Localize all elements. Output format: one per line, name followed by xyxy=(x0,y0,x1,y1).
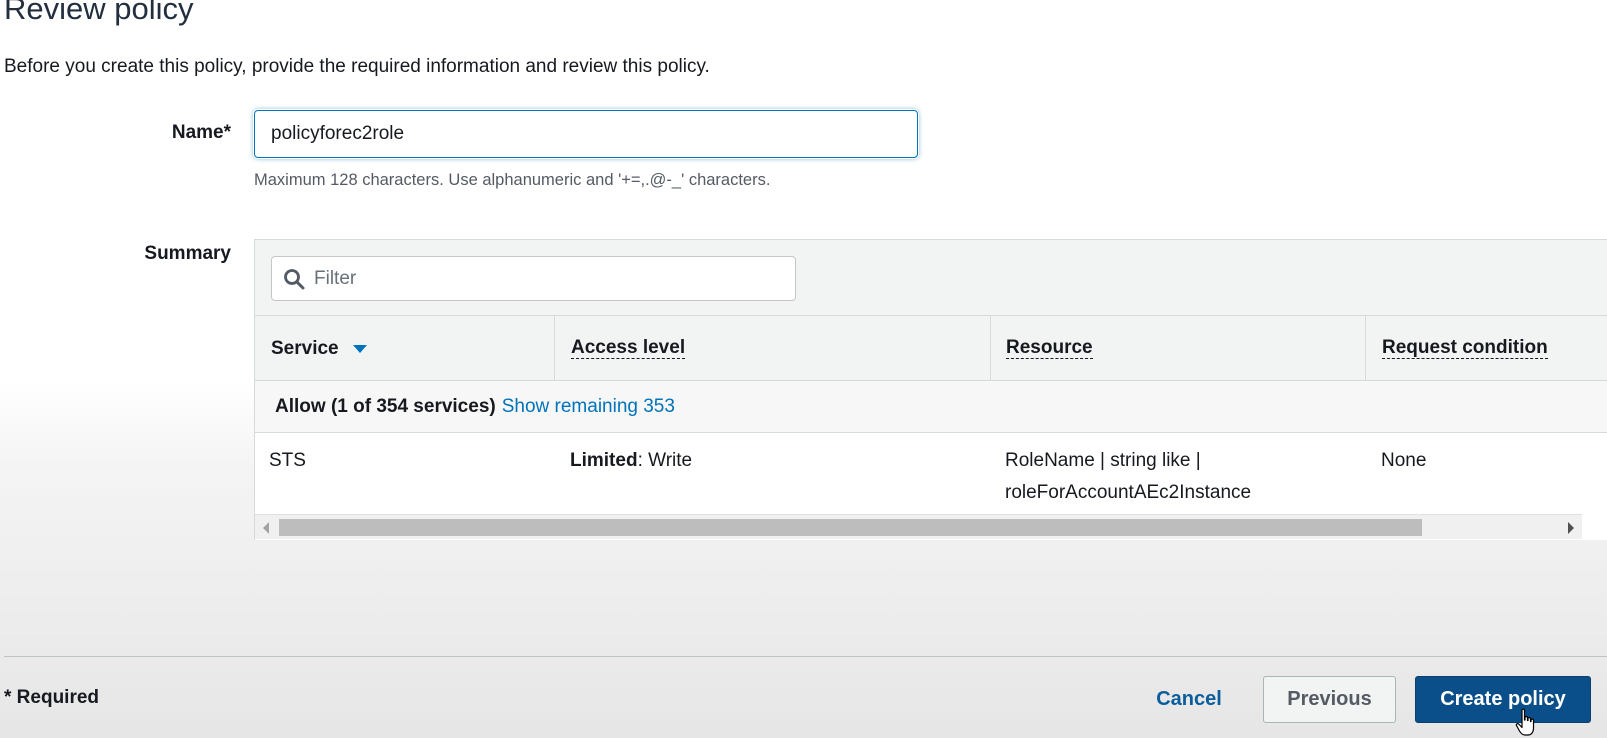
access-level-bold: Limited xyxy=(570,450,638,471)
allow-group-label: Allow (1 of 354 services) xyxy=(275,395,496,417)
resource-cell: RoleName | string like | roleForAccountA… xyxy=(1005,445,1251,509)
page-description: Before you create this policy, provide t… xyxy=(4,56,710,77)
name-input[interactable] xyxy=(254,110,918,158)
column-header-label: Resource xyxy=(1006,336,1093,360)
column-header-label: Request condition xyxy=(1382,336,1548,360)
column-divider[interactable] xyxy=(554,316,555,381)
page-title: Review policy xyxy=(4,0,194,26)
name-hint: Maximum 128 characters. Use alphanumeric… xyxy=(254,171,771,189)
column-header-resource[interactable]: Resource xyxy=(1006,316,1093,381)
scrollbar-thumb[interactable] xyxy=(279,519,1422,536)
request-condition-cell: None xyxy=(1381,450,1427,471)
show-remaining-link[interactable]: Show remaining 353 xyxy=(502,396,675,418)
filter-input[interactable] xyxy=(312,257,782,300)
footer-divider xyxy=(4,656,1607,657)
previous-button[interactable]: Previous xyxy=(1263,676,1396,723)
access-level-rest: : Write xyxy=(637,450,693,471)
scroll-right-arrow-icon[interactable] xyxy=(1568,522,1574,534)
column-header-label: Service xyxy=(271,337,339,359)
table-header: Service Access level Resource Request co… xyxy=(255,316,1607,381)
allow-group-row: Allow (1 of 354 services) Show remaining… xyxy=(255,381,1607,433)
column-header-request-condition[interactable]: Request condition xyxy=(1382,316,1548,381)
search-icon xyxy=(284,269,305,290)
filter-field[interactable] xyxy=(271,256,796,301)
summary-table: Service Access level Resource Request co… xyxy=(254,239,1607,540)
access-level-cell: Limited: Write xyxy=(570,445,692,477)
summary-label: Summary xyxy=(144,243,231,264)
hand-cursor-icon xyxy=(1515,708,1535,736)
required-note: * Required xyxy=(4,687,100,708)
column-divider[interactable] xyxy=(1365,316,1366,381)
sort-descending-icon[interactable] xyxy=(352,344,367,353)
cancel-button[interactable]: Cancel xyxy=(1135,676,1243,723)
scroll-left-arrow-icon[interactable] xyxy=(263,522,269,534)
service-link-sts[interactable]: STS xyxy=(269,445,306,477)
resource-line: RoleName | string like | xyxy=(1005,450,1201,471)
column-header-label: Access level xyxy=(571,336,686,360)
filter-bar xyxy=(255,240,1607,316)
column-header-access-level[interactable]: Access level xyxy=(571,316,686,381)
name-label: Name* xyxy=(171,122,231,143)
create-policy-button[interactable]: Create policy xyxy=(1415,676,1591,723)
horizontal-scrollbar[interactable] xyxy=(255,514,1582,539)
resource-line: roleForAccountAEc2Instance xyxy=(1005,482,1252,503)
column-divider[interactable] xyxy=(990,316,991,381)
column-header-service[interactable]: Service xyxy=(271,316,367,381)
table-row: STS Limited: Write RoleName | string lik… xyxy=(255,433,1607,513)
